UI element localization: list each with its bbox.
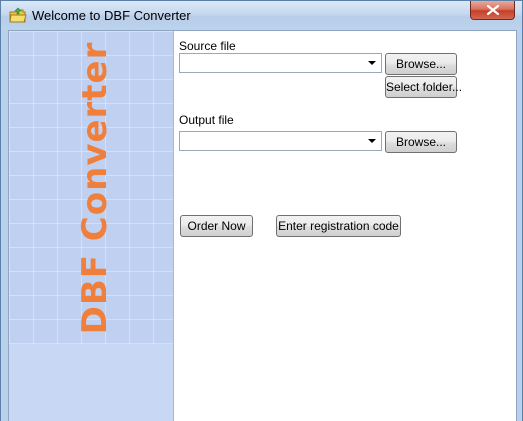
- banner-title: DBF Converter: [75, 41, 115, 335]
- output-browse-button[interactable]: Browse...: [385, 131, 457, 153]
- window-right-border: [517, 30, 522, 421]
- order-now-button[interactable]: Order Now: [180, 215, 253, 237]
- source-browse-button[interactable]: Browse...: [385, 53, 457, 75]
- window-title: Welcome to DBF Converter: [32, 8, 191, 23]
- dialog-content: DBF Converter Source file Browse... Sele…: [8, 30, 517, 421]
- source-file-label: Source file: [179, 39, 236, 53]
- source-file-input[interactable]: [182, 55, 362, 71]
- close-button[interactable]: [470, 1, 515, 20]
- title-bar[interactable]: Welcome to DBF Converter: [1, 1, 522, 30]
- output-file-combo[interactable]: [179, 131, 382, 151]
- enter-registration-code-button[interactable]: Enter registration code: [276, 215, 401, 237]
- output-file-label: Output file: [179, 113, 234, 127]
- select-folder-button[interactable]: Select folder...: [385, 76, 462, 98]
- side-banner: DBF Converter: [9, 31, 174, 421]
- output-file-input[interactable]: [182, 133, 362, 149]
- close-icon: [487, 5, 499, 15]
- chevron-down-icon[interactable]: [364, 133, 380, 149]
- folder-app-icon: [9, 7, 27, 25]
- app-window: Welcome to DBF Converter DBF Converter S…: [0, 0, 523, 421]
- chevron-down-icon[interactable]: [364, 55, 380, 71]
- source-file-combo[interactable]: [179, 53, 382, 73]
